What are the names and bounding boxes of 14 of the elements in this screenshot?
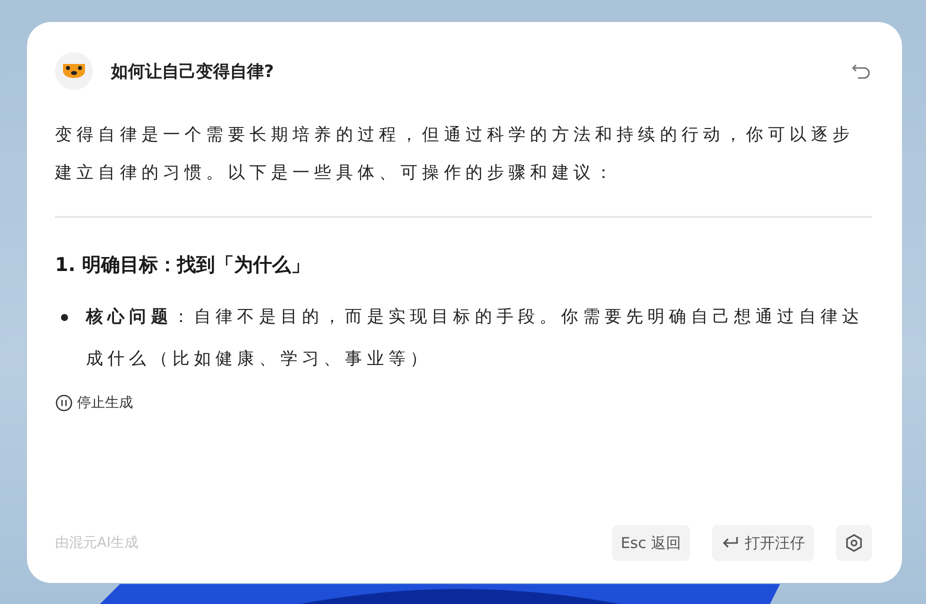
settings-icon	[844, 533, 864, 553]
open-button[interactable]: 打开汪仔	[712, 525, 814, 561]
bullet-paragraph: 核心问题：自律不是目的，而是实现目标的手段。你需要先明确自己想通过自律达成什么（比如健康、学习、事业等）	[86, 306, 865, 371]
dog-logo-icon	[55, 52, 93, 90]
question-title: 如何让自己变得自律?	[111, 60, 275, 82]
enter-icon	[721, 536, 739, 550]
stop-button[interactable]: 停止生成	[55, 394, 133, 412]
settings-button[interactable]	[836, 525, 872, 561]
bullet-icon	[61, 314, 68, 321]
back-button[interactable]: Esc 返回	[612, 525, 690, 561]
footer-note: 由混元AI生成	[55, 534, 140, 552]
pause-icon	[55, 394, 73, 412]
intro-paragraph: 变得自律是一个需要长期培养的过程，但通过科学的方法和持续的行动，你可以逐步建立自律的习惯。以下是一些具体、可操作的步骤和建议：	[55, 124, 856, 185]
section-heading: 1. 明确目标：找到「为什么」	[55, 253, 312, 278]
